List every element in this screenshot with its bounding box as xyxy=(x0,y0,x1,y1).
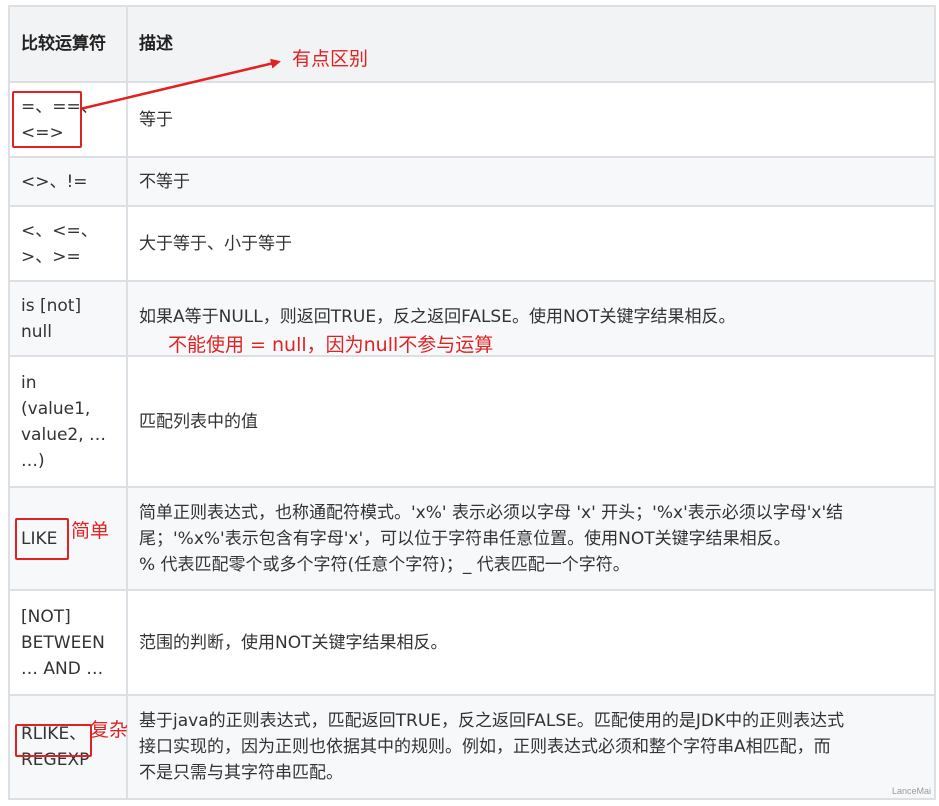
table-row: LIKE 简单正则表达式，也称通配符模式。'x%' 表示必须以字母 'x' 开头；… xyxy=(8,486,936,591)
description-cell: 不等于 xyxy=(126,156,936,207)
table-row: =、==、 <=> 等于 xyxy=(8,81,936,158)
operator-text: BETWEEN xyxy=(21,632,105,653)
description-text: 尾；'%x%'表示包含有字母'x'，可以位于字符串任意位置。使用NOT关键字结果… xyxy=(139,528,791,549)
description-text: 接口实现的，因为正则也依据其中的规则。例如，正则表达式必须和整个字符串A相匹配，… xyxy=(139,737,831,757)
table-row: in (value1, value2, … …) 匹配列表中的值 xyxy=(8,355,936,488)
operator-text: null xyxy=(21,321,52,342)
comparison-operators-table: 比较运算符 描述 =、==、 <=> 等于 <>、!= 不等于 <、<=、 >、>= 大于等于… xyxy=(8,5,936,800)
like-highlight-box xyxy=(15,518,69,560)
description-text: 不是只需与其字符串匹配。 xyxy=(139,763,343,783)
operator-cell: [NOT] BETWEEN … AND … xyxy=(8,589,128,696)
description-cell: 基于java的正则表达式，匹配返回TRUE，反之返回FALSE。匹配使用的是JD… xyxy=(126,694,936,800)
operator-text: (value1, xyxy=(21,398,91,419)
operator-text: <、<=、 xyxy=(21,220,98,241)
operator-cell: in (value1, value2, … …) xyxy=(8,355,128,488)
description-text: % 代表匹配零个或多个字符(任意个字符)；_ 代表匹配一个字符。 xyxy=(139,554,630,575)
description-cell: 等于 xyxy=(126,81,936,158)
description-cell: 大于等于、小于等于 xyxy=(126,205,936,282)
operator-text: … AND … xyxy=(21,658,104,679)
rlike-highlight-box xyxy=(15,724,92,757)
operator-text: in xyxy=(21,372,37,393)
equals-highlight-box xyxy=(12,91,82,148)
operator-text: >、>= xyxy=(21,246,81,267)
table-row: <、<=、 >、>= 大于等于、小于等于 xyxy=(8,205,936,282)
header-operator: 比较运算符 xyxy=(8,5,128,83)
operator-text: …) xyxy=(21,450,45,471)
table-header-row: 比较运算符 描述 xyxy=(8,5,936,83)
table-row: [NOT] BETWEEN … AND … 范围的判断，使用NOT关键字结果相反。 xyxy=(8,589,936,696)
description-cell: 匹配列表中的值 xyxy=(126,355,936,488)
description-text: 简单正则表达式，也称通配符模式。'x%' 表示必须以字母 'x' 开头；'%x'… xyxy=(139,502,844,523)
description-text: 如果A等于NULL，则返回TRUE，反之返回FALSE。使用NOT关键字结果相反… xyxy=(139,307,736,327)
arrow-label: 有点区别 xyxy=(292,48,369,70)
table-row: RLIKE、 REGEXP 基于java的正则表达式，匹配返回TRUE，反之返回FA… xyxy=(8,694,936,800)
header-description: 描述 xyxy=(126,5,936,83)
description-text: 等于 xyxy=(139,109,173,130)
table-row: <>、!= 不等于 xyxy=(8,156,936,207)
page: 比较运算符 描述 =、==、 <=> 等于 <>、!= 不等于 <、<=、 >、>= 大于等于… xyxy=(0,0,939,806)
description-text: 范围的判断，使用NOT关键字结果相反。 xyxy=(139,632,448,653)
operator-text: [NOT] xyxy=(21,606,71,627)
complex-label: 复杂 xyxy=(90,719,129,741)
operator-cell: is [not] null xyxy=(8,280,128,357)
description-text: 大于等于、小于等于 xyxy=(139,233,292,254)
operator-cell: <>、!= xyxy=(8,156,128,207)
operator-text: value2, … xyxy=(21,424,107,445)
null-note: 不能使用 = null，因为null不参与运算 xyxy=(168,334,494,356)
watermark: LanceMai xyxy=(891,786,931,796)
description-text: 不等于 xyxy=(139,171,190,192)
table-body: =、==、 <=> 等于 <>、!= 不等于 <、<=、 >、>= 大于等于、小于等于 is [… xyxy=(8,81,936,800)
description-text: 基于java的正则表达式，匹配返回TRUE，反之返回FALSE。匹配使用的是JD… xyxy=(139,711,845,731)
description-text: 匹配列表中的值 xyxy=(139,411,258,432)
operator-cell: <、<=、 >、>= xyxy=(8,205,128,282)
description-cell: 范围的判断，使用NOT关键字结果相反。 xyxy=(126,589,936,696)
simple-label: 简单 xyxy=(71,520,110,542)
operator-text: <>、!= xyxy=(21,171,88,192)
operator-text: is [not] xyxy=(21,295,82,316)
description-cell: 简单正则表达式，也称通配符模式。'x%' 表示必须以字母 'x' 开头；'%x'… xyxy=(126,486,936,591)
